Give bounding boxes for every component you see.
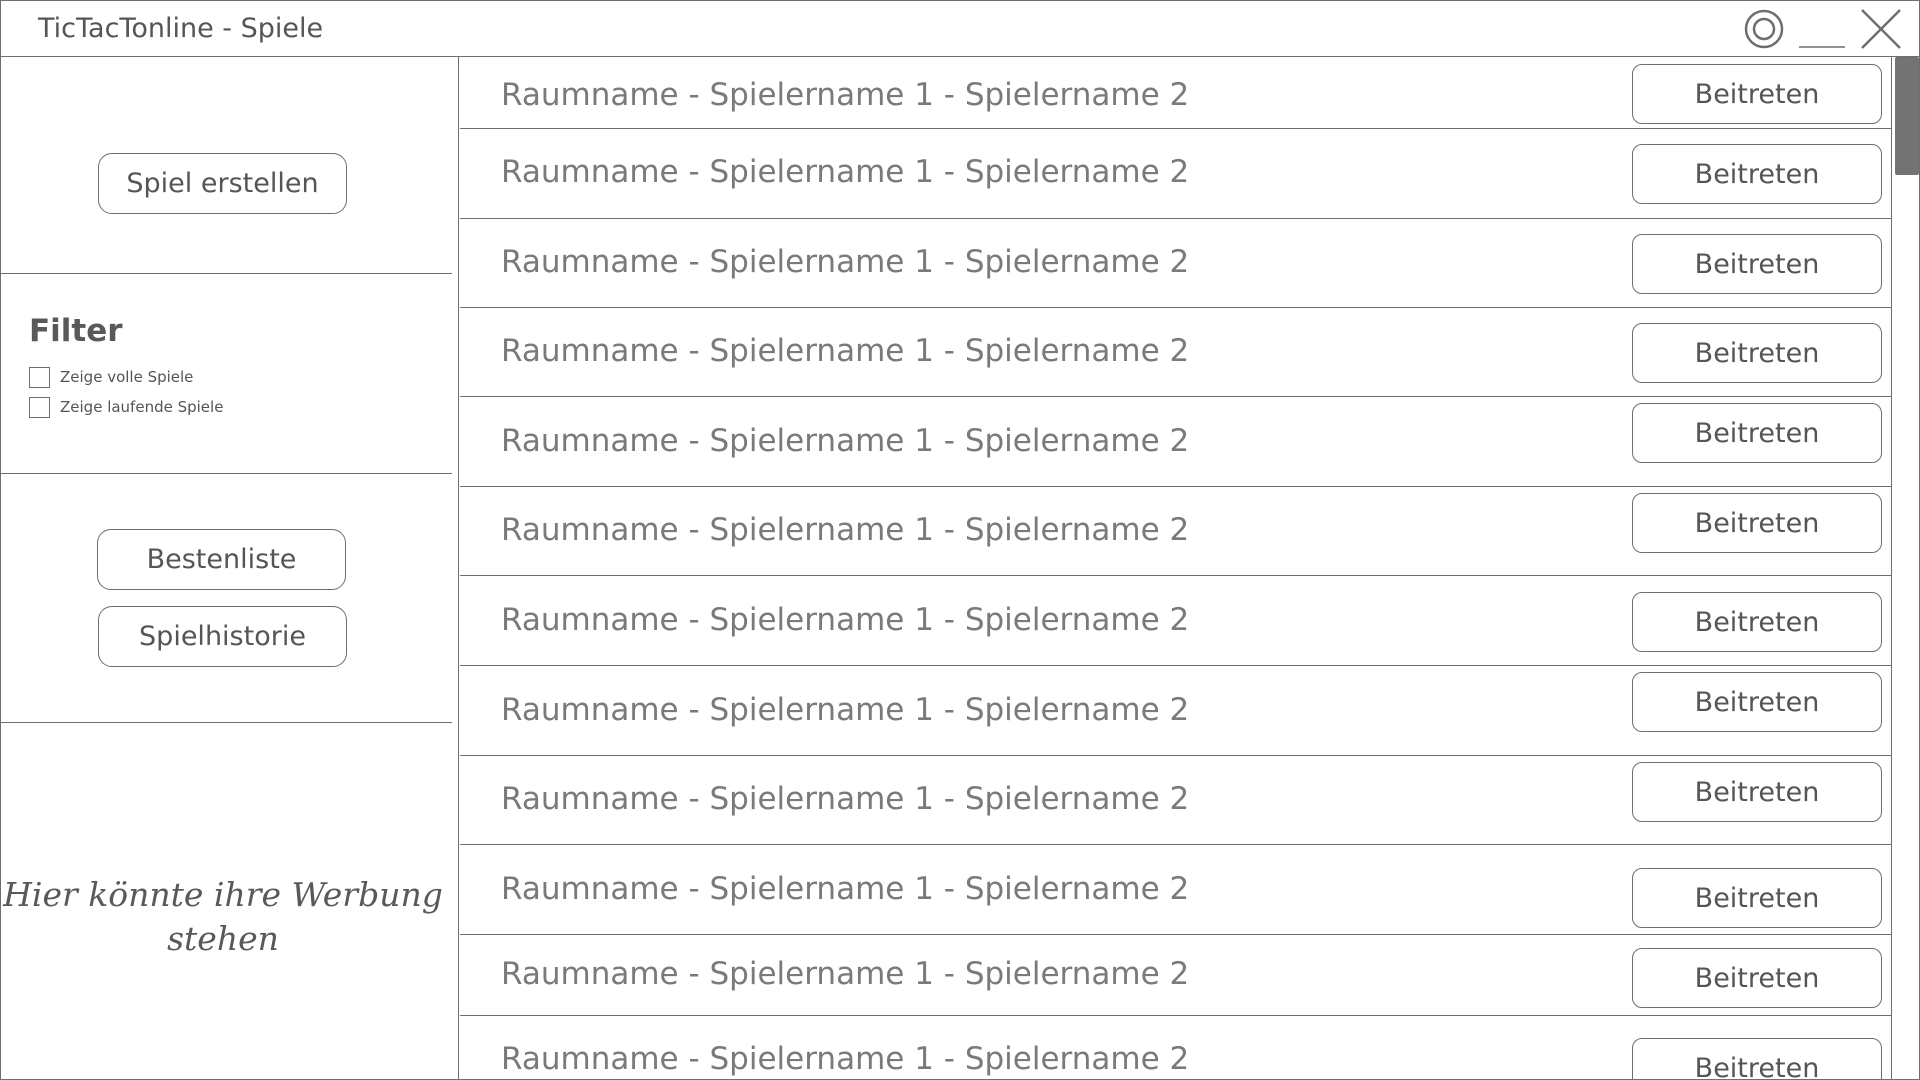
join-button[interactable]: Beitreten <box>1632 948 1882 1008</box>
game-row: Raumname - Spielername 1 - Spielername 2… <box>460 129 1891 219</box>
game-room-label: Raumname - Spielername 1 - Spielername 2 <box>501 602 1190 638</box>
join-button[interactable]: Beitreten <box>1632 234 1882 294</box>
close-icon[interactable] <box>1859 7 1903 51</box>
game-row: Raumname - Spielername 1 - Spielername 2… <box>460 935 1891 1016</box>
app-window: TicTacTonline - Spiele Spiel erstellen F… <box>0 0 1920 1080</box>
show-running-checkbox[interactable] <box>29 396 50 418</box>
join-button[interactable]: Beitreten <box>1632 762 1882 822</box>
ad-placeholder: Hier könnte ihre Werbung stehen <box>3 875 443 958</box>
scrollbar-thumb[interactable] <box>1895 57 1919 175</box>
join-button[interactable]: Beitreten <box>1632 592 1882 652</box>
game-row: Raumname - Spielername 1 - Spielername 2… <box>460 845 1891 935</box>
join-button[interactable]: Beitreten <box>1632 1038 1882 1079</box>
game-row: Raumname - Spielername 1 - Spielername 2… <box>460 576 1891 666</box>
game-row: Raumname - Spielername 1 - Spielername 2… <box>460 756 1891 845</box>
minimize-icon[interactable] <box>1798 9 1846 49</box>
game-room-label: Raumname - Spielername 1 - Spielername 2 <box>501 692 1190 728</box>
sidebar-divider <box>1 473 452 474</box>
game-room-label: Raumname - Spielername 1 - Spielername 2 <box>501 154 1190 190</box>
join-button[interactable]: Beitreten <box>1632 323 1882 383</box>
window-title: TicTacTonline - Spiele <box>38 13 324 44</box>
create-game-button[interactable]: Spiel erstellen <box>98 153 347 214</box>
game-room-label: Raumname - Spielername 1 - Spielername 2 <box>501 1041 1190 1077</box>
filter-title: Filter <box>29 313 123 349</box>
game-room-label: Raumname - Spielername 1 - Spielername 2 <box>501 871 1190 907</box>
game-room-label: Raumname - Spielername 1 - Spielername 2 <box>501 77 1190 113</box>
game-row: Raumname - Spielername 1 - Spielername 2… <box>460 308 1891 397</box>
game-room-label: Raumname - Spielername 1 - Spielername 2 <box>501 423 1190 459</box>
sidebar: Spiel erstellen Filter Zeige volle Spiel… <box>1 57 459 1079</box>
game-room-label: Raumname - Spielername 1 - Spielername 2 <box>501 956 1190 992</box>
settings-icon[interactable] <box>1744 9 1784 49</box>
filter-show-running[interactable]: Zeige laufende Spiele <box>29 396 223 418</box>
join-button[interactable]: Beitreten <box>1632 493 1882 553</box>
scrollbar[interactable] <box>1891 57 1919 1079</box>
join-button[interactable]: Beitreten <box>1632 868 1882 928</box>
game-room-label: Raumname - Spielername 1 - Spielername 2 <box>501 512 1190 548</box>
join-button[interactable]: Beitreten <box>1632 144 1882 204</box>
game-row: Raumname - Spielername 1 - Spielername 2… <box>460 219 1891 308</box>
filter-show-full[interactable]: Zeige volle Spiele <box>29 366 193 388</box>
game-row: Raumname - Spielername 1 - Spielername 2… <box>460 487 1891 576</box>
join-button[interactable]: Beitreten <box>1632 403 1882 463</box>
show-full-checkbox[interactable] <box>29 366 50 388</box>
sidebar-divider <box>1 722 452 723</box>
title-bar: TicTacTonline - Spiele <box>1 1 1919 57</box>
leaderboard-button[interactable]: Bestenliste <box>97 529 346 590</box>
game-list: Raumname - Spielername 1 - Spielername 2… <box>460 57 1891 1079</box>
sidebar-divider <box>1 273 452 274</box>
game-history-button[interactable]: Spielhistorie <box>98 606 347 667</box>
game-room-label: Raumname - Spielername 1 - Spielername 2 <box>501 333 1190 369</box>
filter-label: Zeige laufende Spiele <box>60 398 224 416</box>
game-row: Raumname - Spielername 1 - Spielername 2… <box>460 1016 1891 1079</box>
join-button[interactable]: Beitreten <box>1632 672 1882 732</box>
game-row: Raumname - Spielername 1 - Spielername 2… <box>460 666 1891 756</box>
game-row: Raumname - Spielername 1 - Spielername 2… <box>460 57 1891 129</box>
join-button[interactable]: Beitreten <box>1632 64 1882 124</box>
game-room-label: Raumname - Spielername 1 - Spielername 2 <box>501 781 1190 817</box>
game-row: Raumname - Spielername 1 - Spielername 2… <box>460 397 1891 487</box>
game-room-label: Raumname - Spielername 1 - Spielername 2 <box>501 244 1190 280</box>
filter-label: Zeige volle Spiele <box>60 368 194 386</box>
